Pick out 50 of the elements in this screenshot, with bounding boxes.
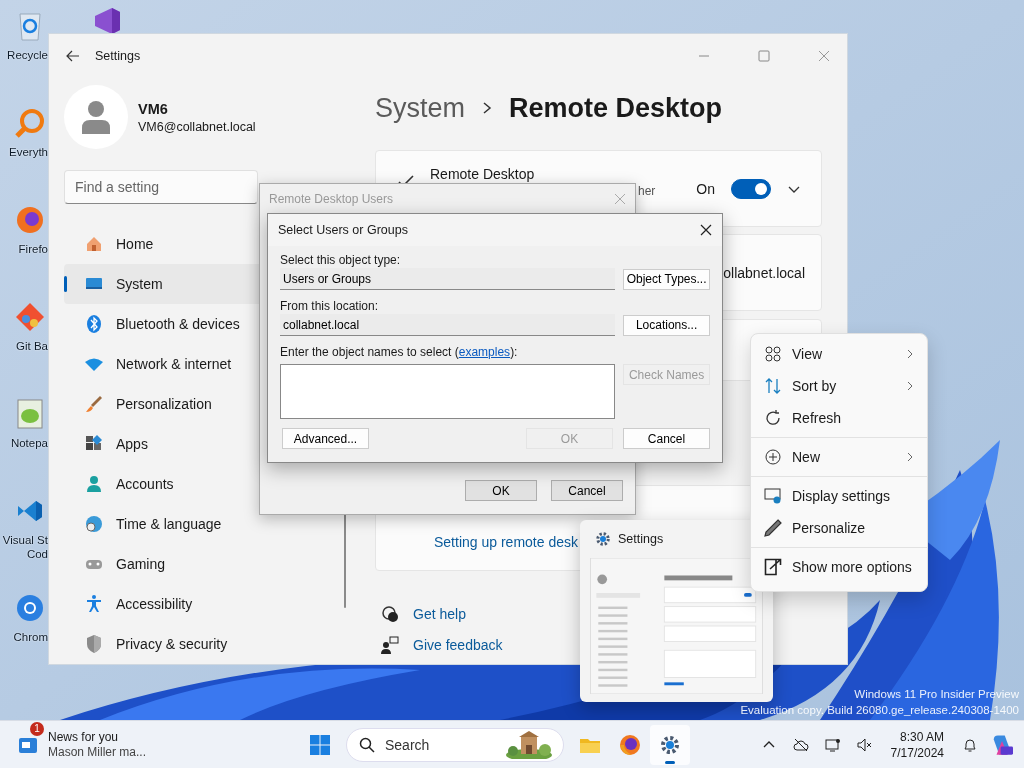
- icon-label: Firefo: [17, 242, 48, 256]
- icon-label: Chrom: [12, 630, 48, 644]
- search-field[interactable]: Find a setting: [64, 170, 258, 204]
- breadcrumb-link[interactable]: System: [375, 92, 466, 124]
- icon-label: Notepa: [9, 436, 48, 450]
- card-description: her: [638, 184, 657, 198]
- location-field[interactable]: collabnet.local: [280, 314, 616, 336]
- dialog-button[interactable]: Cancel: [623, 428, 710, 449]
- examples-link[interactable]: examples: [458, 345, 511, 359]
- nav-item[interactable]: Time & language: [64, 504, 334, 544]
- menu-item[interactable]: Refresh: [751, 402, 927, 434]
- clock-date[interactable]: 7/17/2024: [890, 744, 944, 761]
- menu-item[interactable]: View: [751, 338, 927, 370]
- dialog-button[interactable]: Cancel: [551, 480, 623, 501]
- preview-title: Settings: [618, 532, 664, 546]
- help-link[interactable]: Setting up remote desk: [434, 534, 578, 550]
- nav-item[interactable]: Gaming: [64, 544, 334, 584]
- dialog-button[interactable]: OK: [465, 480, 537, 501]
- dialog-button[interactable]: Advanced...: [282, 428, 369, 449]
- help-link[interactable]: Get help: [413, 606, 466, 622]
- icon-label: Git Ba: [15, 339, 48, 353]
- pc-name: ollabnet.local: [723, 264, 805, 281]
- window-title: Settings: [95, 49, 141, 63]
- object-type-field[interactable]: Users or Groups: [280, 268, 616, 290]
- page-title: Remote Desktop: [509, 92, 723, 124]
- clock-time[interactable]: 8:30 AM: [899, 728, 944, 745]
- news-title: News for you: [48, 729, 120, 745]
- search-field[interactable]: Search: [383, 735, 497, 754]
- user-email: VM6@collabnet.local: [138, 119, 256, 134]
- object-types-button[interactable]: Object Types...: [623, 268, 710, 290]
- menu-item[interactable]: New: [751, 441, 927, 473]
- nav-item[interactable]: Accessibility: [64, 584, 334, 624]
- icon-label: Visual St Cod: [1, 533, 48, 561]
- menu-item[interactable]: Sort by: [751, 370, 927, 402]
- news-headline: Mason Miller ma...: [48, 744, 147, 760]
- taskbar-search[interactable]: Search: [346, 727, 564, 762]
- user-name: VM6: [138, 100, 169, 117]
- menu-item[interactable]: Display settings: [751, 480, 927, 512]
- nav-item[interactable]: Privacy & security: [64, 624, 334, 664]
- locations-button[interactable]: Locations...: [623, 314, 710, 336]
- card-title: Remote Desktop: [430, 166, 536, 182]
- window-preview[interactable]: Settings: [580, 520, 773, 702]
- icon-label: Recycle: [6, 48, 48, 62]
- notification-badge: 1: [30, 721, 44, 736]
- icon-label: Everyth: [8, 145, 48, 159]
- field-label: Enter the object names to select (examples):: [280, 344, 519, 360]
- help-link[interactable]: Give feedback: [413, 637, 503, 653]
- toggle-state: On: [696, 180, 715, 197]
- dialog-title: Remote Desktop Users: [269, 192, 394, 206]
- dialog-title: Select Users or Groups: [278, 223, 408, 237]
